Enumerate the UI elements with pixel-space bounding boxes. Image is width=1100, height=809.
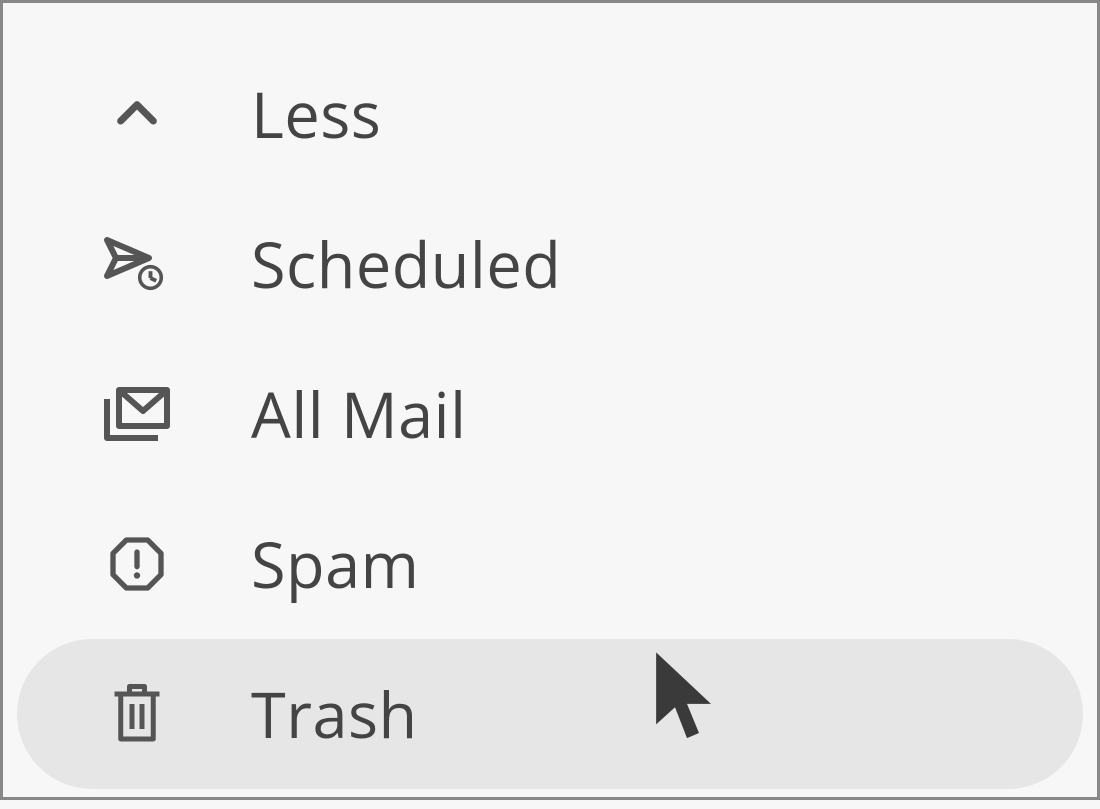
- sidebar-item-scheduled[interactable]: Scheduled: [17, 189, 1083, 339]
- sidebar-item-spam[interactable]: Spam: [17, 489, 1083, 639]
- trash-icon: [97, 681, 177, 747]
- spam-octagon-icon: [97, 532, 177, 596]
- sidebar-item-less[interactable]: Less: [17, 39, 1083, 189]
- mail-sidebar: Less Scheduled All Mail: [3, 3, 1097, 809]
- chevron-up-icon: [97, 86, 177, 142]
- all-mail-icon: [97, 378, 177, 450]
- sidebar-item-label: All Mail: [251, 372, 467, 457]
- sidebar-item-label: Scheduled: [251, 222, 561, 307]
- sidebar-item-label: Trash: [251, 672, 418, 757]
- sidebar-item-trash[interactable]: Trash: [17, 639, 1083, 789]
- sidebar-item-all-mail[interactable]: All Mail: [17, 339, 1083, 489]
- scheduled-send-icon: [97, 228, 177, 300]
- sidebar-item-label: Spam: [251, 522, 419, 607]
- sidebar-item-label: Less: [251, 72, 381, 157]
